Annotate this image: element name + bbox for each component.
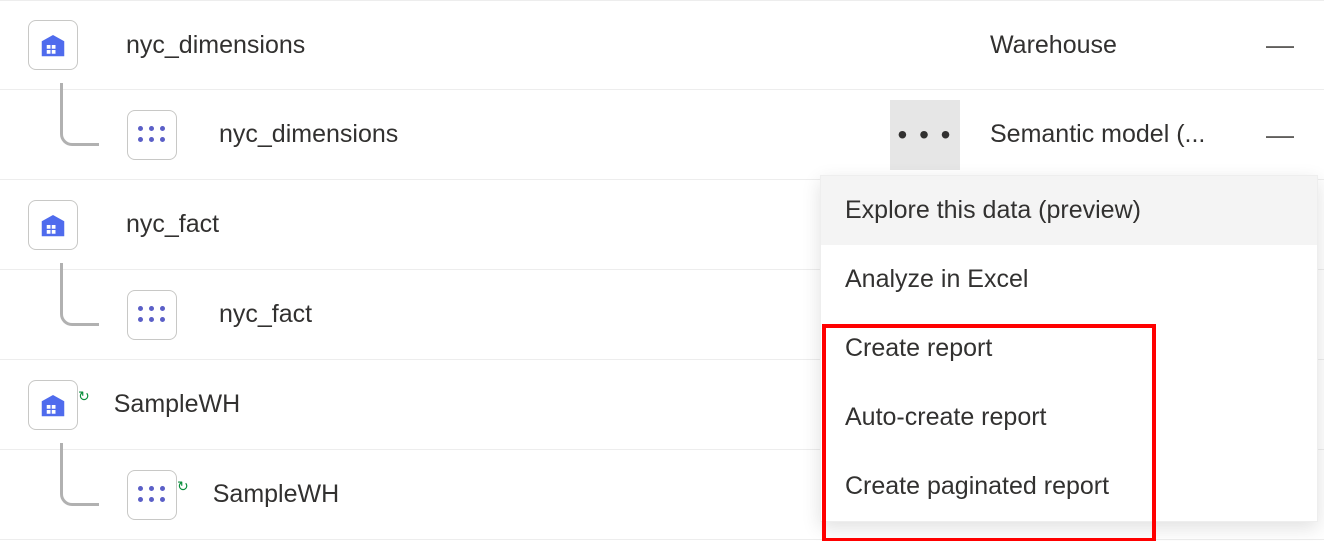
item-type: Warehouse: [990, 31, 1230, 60]
item-sensitivity-dash: —: [1266, 29, 1292, 61]
item-row-nyc-dimensions-warehouse[interactable]: nyc_dimensions Warehouse —: [0, 0, 1324, 90]
item-name: nyc_dimensions: [219, 120, 398, 149]
refresh-indicator-icon: ↻: [78, 388, 90, 405]
menu-item-create-report[interactable]: Create report: [821, 314, 1317, 383]
item-row-nyc-dimensions-semantic-model[interactable]: nyc_dimensions • • • Semantic model (...…: [0, 90, 1324, 180]
menu-item-auto-create-report[interactable]: Auto-create report: [821, 383, 1317, 452]
refresh-indicator-icon: ↻: [177, 478, 189, 495]
warehouse-icon: [28, 200, 78, 250]
semantic-model-icon: [127, 470, 177, 520]
menu-item-create-paginated-report[interactable]: Create paginated report: [821, 452, 1317, 521]
item-name: nyc_dimensions: [126, 31, 305, 60]
more-options-button[interactable]: • • •: [890, 100, 960, 170]
tree-connector: [60, 83, 99, 146]
warehouse-icon: [28, 380, 78, 430]
menu-item-explore-data[interactable]: Explore this data (preview): [821, 176, 1317, 245]
item-type: Semantic model (...: [990, 120, 1230, 149]
semantic-model-icon: [127, 110, 177, 160]
item-name: nyc_fact: [219, 300, 312, 329]
menu-item-analyze-excel[interactable]: Analyze in Excel: [821, 245, 1317, 314]
item-name: nyc_fact: [126, 210, 219, 239]
workspace-item-list: nyc_dimensions Warehouse — nyc_dimension…: [0, 0, 1324, 541]
context-menu: Explore this data (preview) Analyze in E…: [820, 175, 1318, 522]
warehouse-icon: [28, 20, 78, 70]
tree-connector: [60, 263, 99, 326]
tree-connector: [60, 443, 99, 506]
item-sensitivity-dash: —: [1266, 119, 1292, 151]
item-name: SampleWH: [114, 390, 240, 419]
semantic-model-icon: [127, 290, 177, 340]
item-name: SampleWH: [213, 480, 339, 509]
